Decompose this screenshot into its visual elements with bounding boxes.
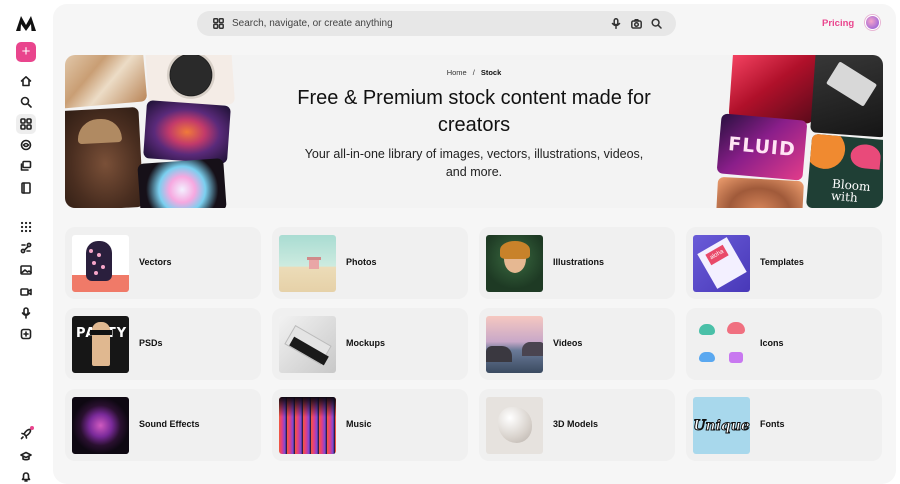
category-label: Photos: [346, 257, 377, 267]
create-button[interactable]: +: [16, 42, 36, 62]
apps-grid-icon: [213, 18, 224, 29]
leaf-pattern-image: [65, 55, 148, 109]
bloom-poster-text: Bloom with: [830, 176, 872, 205]
graduation-icon[interactable]: [16, 446, 36, 466]
mockups-thumbnail: [279, 316, 336, 373]
icons-thumbnail: [693, 316, 750, 373]
category-label: Videos: [553, 338, 583, 348]
portrait-photo: [65, 106, 144, 208]
business-card-mockup: [810, 55, 883, 138]
bell-icon[interactable]: [16, 467, 36, 484]
search-icon[interactable]: [16, 92, 36, 112]
page-subtitle: Your all-in-one library of images, vecto…: [304, 147, 644, 179]
category-label: Templates: [760, 257, 804, 267]
search-bar[interactable]: Search, navigate, or create anything: [197, 11, 676, 36]
search-icon[interactable]: [650, 18, 662, 30]
category-label: Mockups: [346, 338, 386, 348]
grid-icon[interactable]: [16, 114, 36, 134]
templates-thumbnail: aloha: [693, 235, 750, 292]
pricing-link[interactable]: Pricing: [822, 18, 854, 29]
breadcrumb-separator: /: [472, 68, 475, 77]
template-icon[interactable]: [16, 324, 36, 344]
category-card-psds[interactable]: PARTY PSDs: [65, 308, 261, 380]
home-icon[interactable]: [16, 71, 36, 91]
category-card-icons[interactable]: Icons: [686, 308, 882, 380]
book-icon[interactable]: [16, 178, 36, 198]
category-label: Sound Effects: [139, 419, 200, 429]
flower-render-image: [137, 158, 227, 208]
notification-dot: [30, 426, 34, 430]
category-card-vectors[interactable]: Vectors: [65, 227, 261, 299]
category-label: Music: [346, 419, 372, 429]
category-card-illustrations[interactable]: Illustrations: [479, 227, 675, 299]
vectors-thumbnail: [72, 235, 129, 292]
photos-thumbnail: [279, 235, 336, 292]
music-thumbnail: [279, 397, 336, 454]
avatar[interactable]: [865, 15, 880, 30]
abstract-wave-image: [143, 100, 231, 164]
sparkle-icon[interactable]: [16, 135, 36, 155]
fonts-thumbnail: Unique: [693, 397, 750, 454]
page-title: Free & Premium stock content made for cr…: [297, 87, 651, 136]
category-card-templates[interactable]: aloha Templates: [686, 227, 882, 299]
mic-icon[interactable]: [610, 18, 622, 30]
psds-thumbnail: PARTY: [72, 316, 129, 373]
image-icon[interactable]: [16, 260, 36, 280]
category-label: PSDs: [139, 338, 163, 348]
bloom-poster: Bloom with: [805, 133, 883, 208]
sidebar: +: [0, 0, 49, 484]
category-card-3d-models[interactable]: 3D Models: [479, 389, 675, 461]
category-card-sound-effects[interactable]: Sound Effects: [65, 389, 261, 461]
sound-effects-thumbnail: [72, 397, 129, 454]
videos-thumbnail: [486, 316, 543, 373]
portrait-warm-image: [716, 176, 804, 208]
route-icon[interactable]: [16, 238, 36, 258]
category-label: Icons: [760, 338, 784, 348]
mic-icon[interactable]: [16, 303, 36, 323]
category-label: Fonts: [760, 419, 785, 429]
category-label: Vectors: [139, 257, 172, 267]
search-input[interactable]: Search, navigate, or create anything: [232, 18, 610, 29]
illustrations-thumbnail: [486, 235, 543, 292]
breadcrumb-home[interactable]: Home: [447, 68, 467, 77]
category-card-fonts[interactable]: Unique Fonts: [686, 389, 882, 461]
apps-icon[interactable]: [16, 217, 36, 237]
video-icon[interactable]: [16, 282, 36, 302]
category-card-photos[interactable]: Photos: [272, 227, 468, 299]
category-card-music[interactable]: Music: [272, 389, 468, 461]
hero-banner: Home / Stock Free & Premium stock content …: [65, 55, 883, 208]
category-label: 3D Models: [553, 419, 599, 429]
3d-models-thumbnail: [486, 397, 543, 454]
fluid-poster-text: FLUID: [727, 133, 797, 161]
category-label: Illustrations: [553, 257, 605, 267]
red-abstract-image: [728, 55, 818, 124]
fonts-thumbnail-text: Unique: [693, 417, 750, 434]
category-card-videos[interactable]: Videos: [479, 308, 675, 380]
rocket-icon[interactable]: [16, 424, 36, 444]
camera-icon[interactable]: [630, 18, 642, 30]
stack-icon[interactable]: [16, 156, 36, 176]
brand-logo[interactable]: [15, 14, 37, 32]
category-card-mockups[interactable]: Mockups: [272, 308, 468, 380]
fluid-poster: FLUID: [716, 113, 808, 181]
breadcrumb-current: Stock: [480, 68, 502, 77]
